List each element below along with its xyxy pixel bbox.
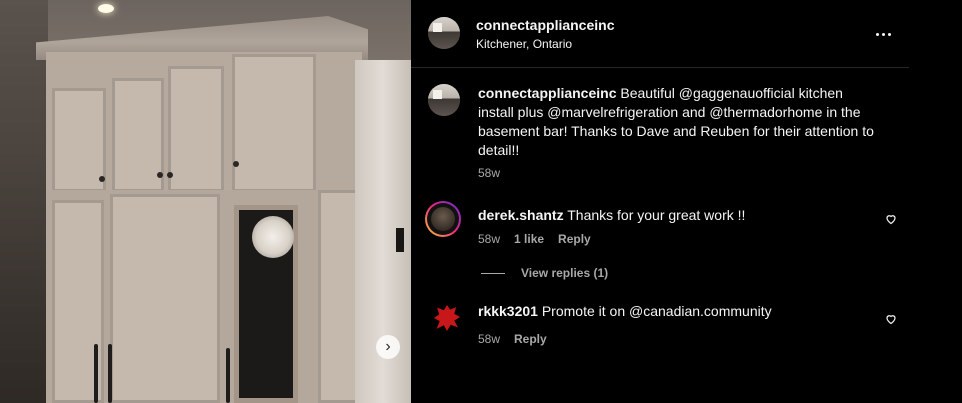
comment-time[interactable]: 58w bbox=[478, 332, 500, 346]
comment-meta: 58w 1 like Reply bbox=[478, 232, 591, 246]
post-location[interactable]: Kitchener, Ontario bbox=[476, 37, 572, 51]
replies-divider bbox=[481, 272, 505, 274]
comment-meta: 58w Reply bbox=[478, 332, 547, 346]
image-wall bbox=[0, 0, 48, 403]
view-replies-button[interactable]: View replies (1) bbox=[481, 266, 608, 280]
more-options-dot bbox=[881, 32, 885, 36]
image-handle bbox=[108, 344, 112, 403]
caption-avatar[interactable] bbox=[428, 84, 460, 116]
author-avatar[interactable] bbox=[428, 17, 460, 49]
image-pot-light bbox=[98, 4, 114, 13]
image-cabinet-door bbox=[110, 194, 220, 403]
heart-outline-icon bbox=[886, 315, 896, 325]
image-sconce bbox=[396, 228, 404, 252]
more-options-dot bbox=[887, 32, 891, 36]
image-handle bbox=[226, 348, 230, 403]
post-image[interactable]: › bbox=[0, 0, 411, 403]
author-username[interactable]: connectapplianceinc bbox=[476, 17, 614, 33]
reply-button[interactable]: Reply bbox=[558, 232, 591, 246]
more-options-icon bbox=[875, 32, 879, 36]
post-details-panel: connectapplianceinc Kitchener, Ontario c… bbox=[411, 0, 962, 403]
like-comment-button[interactable] bbox=[885, 312, 897, 325]
image-handle bbox=[94, 344, 98, 403]
caption-time[interactable]: 58w bbox=[478, 166, 500, 180]
image-knob bbox=[167, 172, 173, 178]
image-cabinet-door bbox=[168, 66, 224, 192]
image-knob bbox=[157, 172, 163, 178]
comment-time[interactable]: 58w bbox=[478, 232, 500, 246]
avatar-window bbox=[433, 90, 442, 99]
comment-body: Thanks for your great work !! bbox=[567, 207, 746, 223]
comment-likes[interactable]: 1 like bbox=[514, 232, 544, 246]
comment-text: derek.shantz Thanks for your great work … bbox=[478, 206, 878, 225]
avatar-photo bbox=[434, 305, 460, 331]
comment-body: Promote it on @canadian.community bbox=[541, 303, 772, 319]
avatar-photo bbox=[428, 84, 460, 116]
image-cabinet-door bbox=[52, 88, 106, 192]
image-knob bbox=[233, 161, 239, 167]
image-upper-cabinets bbox=[46, 52, 362, 192]
comment-username[interactable]: derek.shantz bbox=[478, 207, 564, 223]
next-image-button[interactable]: › bbox=[376, 335, 400, 359]
avatar-photo bbox=[428, 17, 460, 49]
heart-outline-icon bbox=[886, 215, 896, 225]
comment-username[interactable]: rkkk3201 bbox=[478, 303, 538, 319]
chevron-right-icon: › bbox=[385, 338, 391, 355]
comment-avatar[interactable] bbox=[425, 201, 461, 237]
caption-meta: 58w bbox=[478, 166, 500, 180]
comment-avatar[interactable] bbox=[431, 302, 463, 334]
avatar-photo bbox=[431, 207, 455, 231]
caption-username[interactable]: connectapplianceinc bbox=[478, 85, 616, 101]
more-options-button[interactable] bbox=[873, 24, 893, 44]
post-header: connectapplianceinc Kitchener, Ontario bbox=[411, 0, 909, 68]
like-comment-button[interactable] bbox=[885, 212, 897, 225]
comment-text: rkkk3201 Promote it on @canadian.communi… bbox=[478, 302, 878, 321]
view-replies-label: View replies (1) bbox=[521, 266, 609, 280]
image-cabinet-door bbox=[318, 190, 358, 403]
caption-text: connectapplianceinc Beautiful @gaggenauo… bbox=[478, 84, 878, 160]
image-fridge-light bbox=[252, 216, 294, 258]
image-knob bbox=[99, 176, 105, 182]
image-cabinet-door bbox=[232, 54, 316, 192]
reply-button[interactable]: Reply bbox=[514, 332, 547, 346]
avatar-window bbox=[433, 23, 442, 32]
